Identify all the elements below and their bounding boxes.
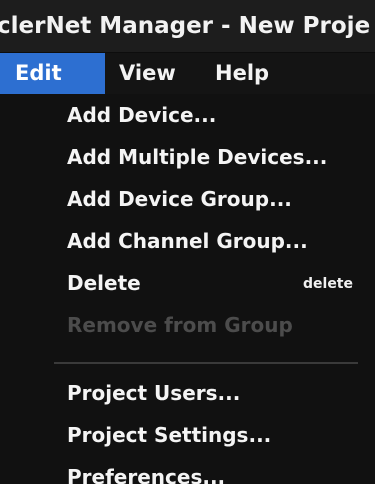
menu-item-label: Remove from Group [67,313,293,337]
menu-item-label: Add Channel Group... [67,229,308,253]
window-title-bar: clerNet Manager - New Proje [0,0,375,52]
menu-bar: Edit View Help [0,52,375,94]
menu-item-label: Project Settings... [67,423,272,447]
menu-item-delete[interactable]: Delete delete [0,262,375,304]
menu-help[interactable]: Help [201,53,301,94]
app-window: clerNet Manager - New Proje Edit View He… [0,0,375,484]
menu-item-label: Add Multiple Devices... [67,145,328,169]
shortcut-label: delete [303,276,353,292]
menu-item-label: Preferences... [67,465,226,484]
menu-item-remove-from-group: Remove from Group [0,304,375,346]
menu-item-add-channel-group[interactable]: Add Channel Group... [0,220,375,262]
menu-item-add-device-group[interactable]: Add Device Group... [0,178,375,220]
edit-dropdown-menu: Add Device... Add Multiple Devices... Ad… [0,94,375,484]
menu-item-add-device[interactable]: Add Device... [0,94,375,136]
menu-item-label: Project Users... [67,381,241,405]
menu-item-label: Add Device Group... [67,187,292,211]
menu-item-project-settings[interactable]: Project Settings... [0,414,375,456]
menu-separator [54,362,358,364]
menu-view[interactable]: View [105,53,201,94]
menu-item-add-multiple-devices[interactable]: Add Multiple Devices... [0,136,375,178]
menu-edit[interactable]: Edit [0,53,105,94]
menu-item-label: Delete [67,271,141,295]
menu-item-preferences[interactable]: Preferences... [0,456,375,484]
menu-item-label: Add Device... [67,103,217,127]
menu-item-project-users[interactable]: Project Users... [0,372,375,414]
window-title: clerNet Manager - New Proje [0,13,371,39]
